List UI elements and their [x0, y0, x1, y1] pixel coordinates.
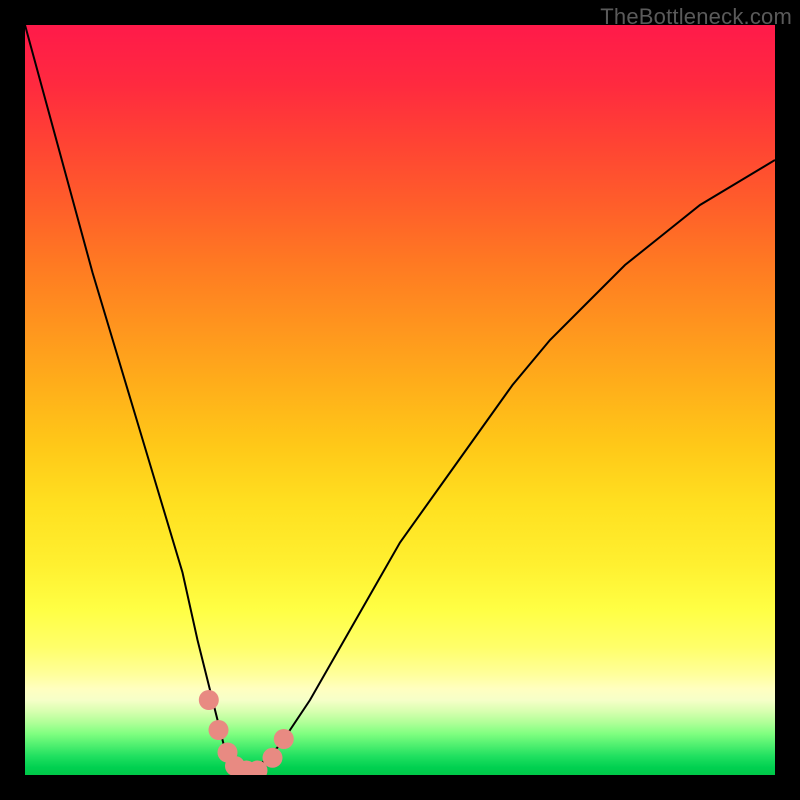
curve-markers — [199, 690, 294, 775]
chart-container: TheBottleneck.com — [0, 0, 800, 800]
chart-svg — [25, 25, 775, 775]
curve-marker — [209, 720, 229, 740]
bottleneck-curve — [25, 25, 775, 771]
plot-area — [25, 25, 775, 775]
curve-marker — [274, 729, 294, 749]
curve-marker — [263, 748, 283, 768]
curve-marker — [199, 690, 219, 710]
